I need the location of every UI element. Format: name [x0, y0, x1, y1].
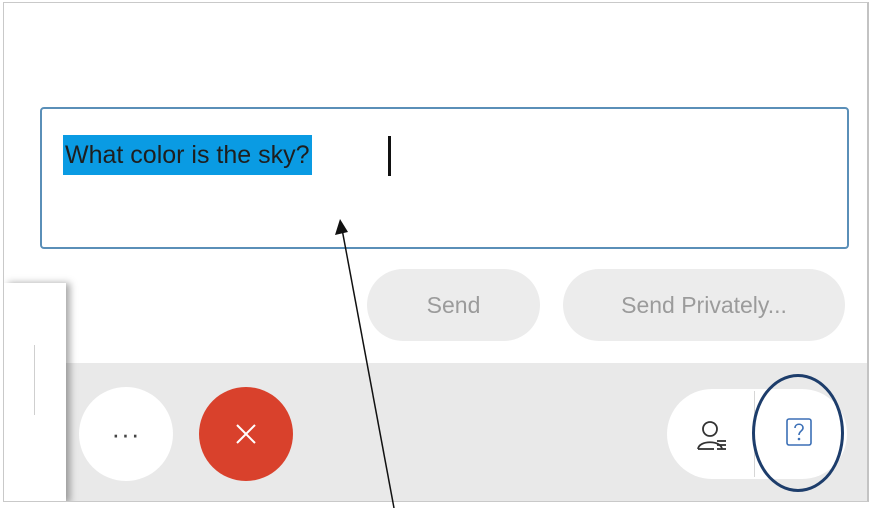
participants-button[interactable] — [690, 413, 738, 461]
question-input[interactable]: What color is the sky? — [40, 107, 849, 249]
send-privately-button-label: Send Privately... — [621, 291, 787, 318]
send-button-label: Send — [426, 291, 481, 318]
question-input-selected-text: What color is the sky? — [63, 135, 312, 175]
more-options-button[interactable]: ··· — [79, 387, 173, 481]
more-options-icon: ··· — [111, 418, 141, 449]
send-privately-button[interactable]: Send Privately... — [563, 269, 845, 341]
end-button[interactable] — [199, 387, 293, 481]
side-panel — [4, 283, 66, 501]
meeting-window: What color is the sky? Send Send Private… — [3, 2, 869, 502]
close-icon — [236, 424, 256, 444]
text-caret — [388, 136, 391, 176]
send-button[interactable]: Send — [367, 269, 540, 341]
participants-icon — [697, 421, 726, 450]
panel-divider — [34, 345, 35, 415]
qa-highlight-circle — [752, 374, 844, 492]
